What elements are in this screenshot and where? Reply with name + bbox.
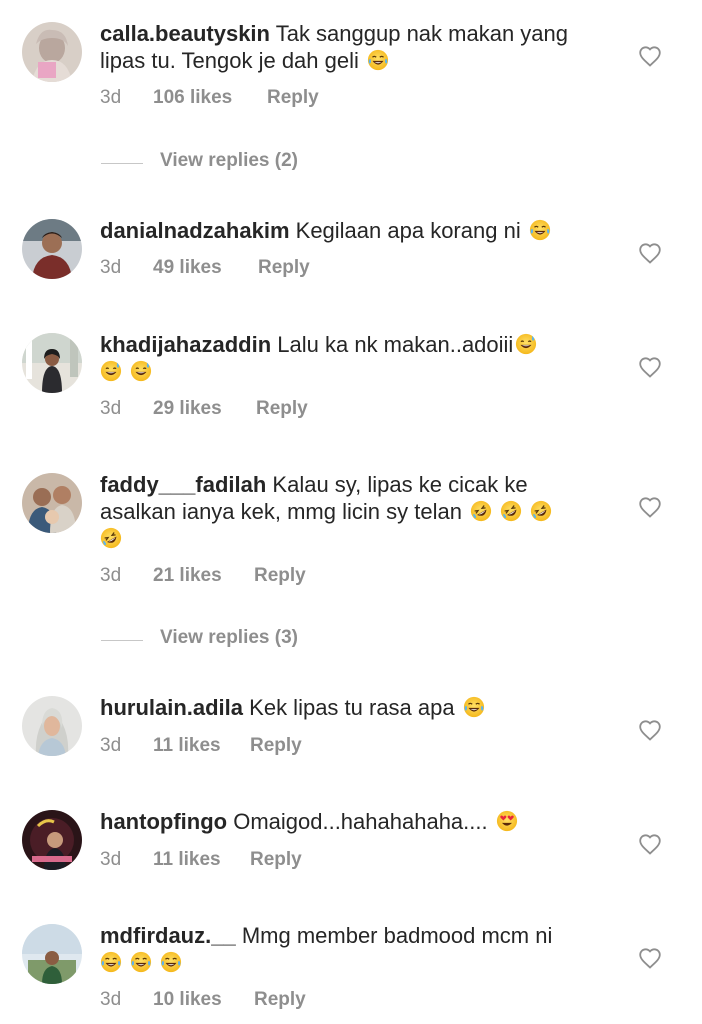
reply-button[interactable]: Reply [250, 849, 302, 871]
comment-meta: 3d 10 likes Reply [100, 989, 306, 1011]
comment-likes[interactable]: 11 likes [153, 849, 221, 871]
view-replies[interactable]: View replies (3) [0, 626, 702, 656]
comment-body: Omaigod...hahahahaha.... [233, 809, 488, 834]
comment-username[interactable]: hantopfingo [100, 809, 227, 834]
comment-text: hurulain.adila Kek lipas tu rasa apa [100, 694, 605, 721]
comment-time: 3d [100, 565, 122, 586]
comment-username[interactable]: khadijahazaddin [100, 332, 271, 357]
reply-button[interactable]: Reply [254, 565, 306, 587]
like-heart-icon[interactable] [638, 833, 662, 855]
comment-username[interactable]: danialnadzahakim [100, 218, 290, 243]
heart-eyes-icon [496, 810, 518, 832]
comment-likes[interactable]: 21 likes [153, 565, 222, 587]
comment-username[interactable]: faddy___fadilah [100, 472, 266, 497]
reply-button[interactable]: Reply [256, 398, 308, 420]
comment-likes[interactable]: 29 likes [153, 398, 222, 420]
avatar[interactable] [22, 333, 82, 393]
comment-meta: 3d 49 likes Reply [100, 257, 310, 279]
view-replies-label[interactable]: View replies (3) [160, 627, 298, 649]
comment-text: faddy___fadilah Kalau sy, lipas ke cicak… [100, 471, 605, 552]
like-heart-icon[interactable] [638, 719, 662, 741]
comment-username[interactable]: mdfirdauz.__ [100, 923, 236, 948]
rolling-on-floor-laughing-icon [530, 500, 552, 522]
avatar[interactable] [22, 696, 82, 756]
avatar[interactable] [22, 473, 82, 533]
like-heart-icon[interactable] [638, 242, 662, 264]
comment-time: 3d [100, 398, 122, 419]
like-heart-icon[interactable] [638, 356, 662, 378]
comment-meta: 3d 106 likes Reply [100, 87, 319, 109]
rolling-on-floor-laughing-icon [470, 500, 492, 522]
face-with-tears-of-joy-icon [100, 951, 122, 973]
view-replies-label[interactable]: View replies (2) [160, 150, 298, 172]
comment-likes[interactable]: 10 likes [153, 989, 222, 1011]
like-heart-icon[interactable] [638, 947, 662, 969]
comment-meta: 3d 11 likes Reply [100, 849, 302, 871]
grinning-sweat-icon [130, 360, 152, 382]
like-heart-icon[interactable] [638, 45, 662, 67]
face-with-tears-of-joy-icon [463, 696, 485, 718]
comment-time: 3d [100, 989, 122, 1010]
rolling-on-floor-laughing-icon [100, 527, 122, 549]
comment-meta: 3d 21 likes Reply [100, 565, 306, 587]
grinning-sweat-icon [100, 360, 122, 382]
comment-body: Kek lipas tu rasa apa [249, 695, 455, 720]
reply-button[interactable]: Reply [258, 257, 310, 279]
face-with-tears-of-joy-icon [130, 951, 152, 973]
divider-line [101, 640, 143, 641]
comment-username[interactable]: calla.beautyskin [100, 21, 270, 46]
comment-meta: 3d 11 likes Reply [100, 735, 302, 757]
comment-username[interactable]: hurulain.adila [100, 695, 243, 720]
comment-text: hantopfingo Omaigod...hahahahaha.... [100, 808, 605, 835]
comment-body: Mmg member badmood mcm ni [241, 923, 553, 948]
comment-body: Lalu ka nk makan..adoiii [277, 332, 514, 357]
comment-time: 3d [100, 257, 122, 278]
comment-likes[interactable]: 11 likes [153, 735, 221, 757]
divider-line [101, 163, 143, 164]
face-with-tears-of-joy-icon [367, 49, 389, 71]
comment-text: danialnadzahakim Kegilaan apa korang ni [100, 217, 605, 244]
comment-text: khadijahazaddin Lalu ka nk makan..adoiii [100, 331, 605, 385]
comment-likes[interactable]: 106 likes [153, 87, 232, 109]
comment-time: 3d [100, 849, 122, 870]
face-with-tears-of-joy-icon [160, 951, 182, 973]
comment-text: calla.beautyskin Tak sanggup nak makan y… [100, 20, 605, 74]
avatar[interactable] [22, 219, 82, 279]
avatar[interactable] [22, 22, 82, 82]
face-with-tears-of-joy-icon [529, 219, 551, 241]
comment-likes[interactable]: 49 likes [153, 257, 222, 279]
comment-time: 3d [100, 735, 122, 756]
view-replies[interactable]: View replies (2) [0, 149, 702, 179]
reply-button[interactable]: Reply [254, 989, 306, 1011]
rolling-on-floor-laughing-icon [500, 500, 522, 522]
avatar[interactable] [22, 810, 82, 870]
comment-text: mdfirdauz.__ Mmg member badmood mcm ni [100, 922, 605, 976]
comment-meta: 3d 29 likes Reply [100, 398, 308, 420]
reply-button[interactable]: Reply [250, 735, 302, 757]
avatar[interactable] [22, 924, 82, 984]
grinning-sweat-icon [515, 333, 537, 355]
comment-body: Kegilaan apa korang ni [295, 218, 521, 243]
like-heart-icon[interactable] [638, 496, 662, 518]
reply-button[interactable]: Reply [267, 87, 319, 109]
comment-time: 3d [100, 87, 122, 108]
